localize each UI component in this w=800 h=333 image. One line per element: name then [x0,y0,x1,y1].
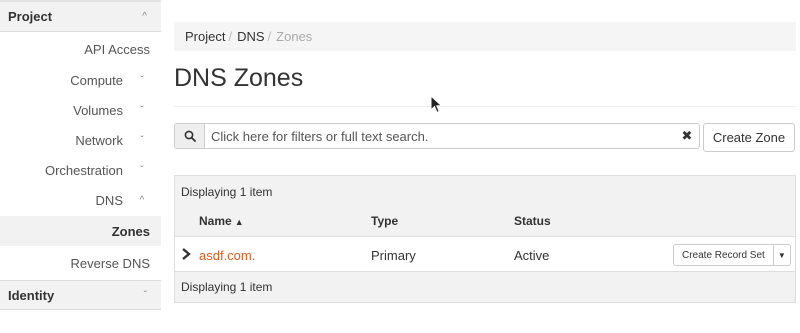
page-title: DNS Zones [174,64,304,92]
caret-down-icon[interactable]: ▼ [774,245,790,265]
table-row: asdf.com. Primary Active Create Record S… [175,237,795,271]
sidebar-item-label: Volumes [73,102,123,118]
sidebar-item-label: Orchestration [44,162,123,178]
sidebar-item-reverse-dns[interactable]: Reverse DNS [0,248,161,278]
chevron-right-icon[interactable] [180,246,192,262]
column-header-type: Type [371,214,399,228]
search-icon [175,124,205,148]
create-record-set-button[interactable]: Create Record Set [674,245,774,265]
breadcrumb-item-dns[interactable]: DNS [237,29,264,44]
sidebar-item-api-access[interactable]: API Access [0,34,161,64]
sidebar-item-label: Compute [70,72,123,88]
chevron-up-icon: ^ [139,194,145,206]
sidebar-item-dns[interactable]: DNS ^ [0,185,161,215]
chevron-down-icon: ˇ [140,74,144,86]
breadcrumb: Project / DNS / Zones [174,22,796,51]
table-footer: Displaying 1 item [175,271,795,302]
chevron-up-icon: ^ [142,11,147,22]
zones-table: Displaying 1 item Name ▲ Type Status asdf… [174,175,796,303]
column-header-label: Name [199,214,232,228]
sort-ascending-icon: ▲ [234,217,244,227]
breadcrumb-item-zones: Zones [276,29,313,44]
search-input[interactable] [205,124,675,148]
breadcrumb-separator: / [228,29,233,44]
chevron-down-icon: ˇ [143,289,147,301]
clear-icon[interactable]: ✖ [675,124,699,148]
sidebar-section-project[interactable]: Project ^ [0,2,161,32]
chevron-down-icon: ˇ [140,164,144,176]
sidebar-item-label: Zones [111,223,150,239]
column-header-name[interactable]: Name ▲ [199,214,244,228]
sidebar-item-label: API Access [84,41,150,57]
row-actions: Create Record Set ▼ [673,244,791,266]
sidebar-item-volumes[interactable]: Volumes ˇ [0,95,161,125]
table-header: Displaying 1 item Name ▲ Type Status [175,176,795,237]
sidebar-item-compute[interactable]: Compute ˇ [0,65,161,95]
sidebar-item-network[interactable]: Network ˇ [0,125,161,155]
item-count-bottom: Displaying 1 item [181,280,273,294]
mouse-cursor-icon [430,95,443,114]
chevron-down-icon: ˇ [140,104,144,116]
sidebar-section-label: Identity [8,287,55,303]
breadcrumb-separator: / [267,29,272,44]
zone-type: Primary [371,248,416,263]
sidebar-item-label: Network [75,132,123,148]
title-divider [174,106,796,107]
search-bar: ✖ [174,123,700,149]
create-zone-button[interactable]: Create Zone [703,123,795,152]
sidebar: Project ^ API Access Compute ˇ Volumes ˇ… [0,0,162,333]
breadcrumb-item-project[interactable]: Project [185,29,225,44]
sidebar-item-label: Reverse DNS [70,255,150,271]
sidebar-section-label: Project [8,9,53,24]
sidebar-item-label: DNS [95,192,123,208]
zone-status: Active [514,248,550,263]
sidebar-item-zones[interactable]: Zones [0,216,161,246]
chevron-down-icon: ˇ [140,134,144,146]
column-header-status: Status [514,214,551,228]
item-count-top: Displaying 1 item [181,185,273,199]
sidebar-item-orchestration[interactable]: Orchestration ˇ [0,155,161,185]
sidebar-section-identity[interactable]: Identity ˇ [0,280,161,310]
zone-name-link[interactable]: asdf.com. [199,248,255,263]
